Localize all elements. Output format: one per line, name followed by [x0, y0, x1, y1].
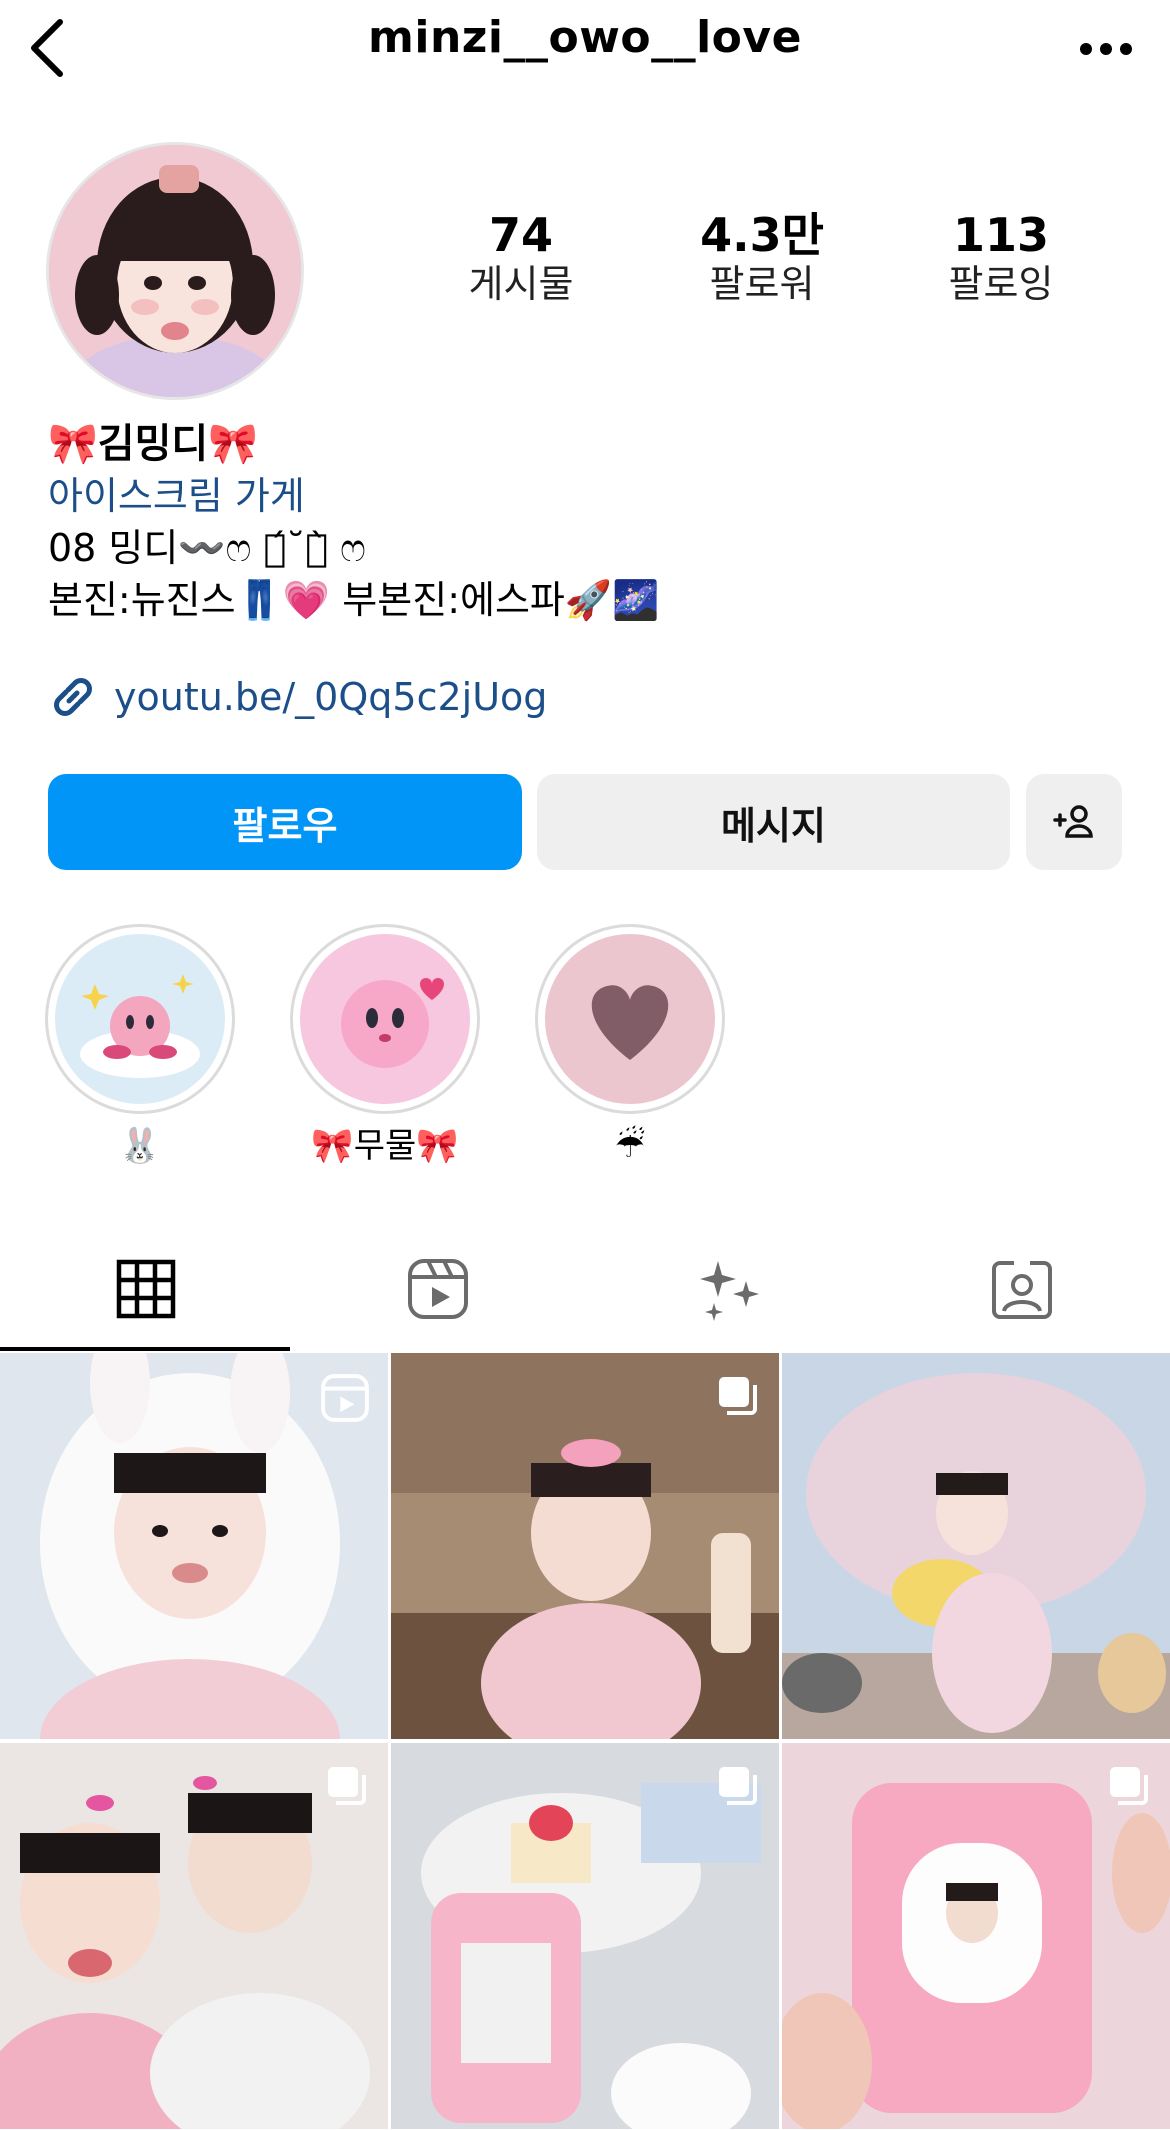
reel-badge	[320, 1373, 370, 1427]
highlight-item[interactable]: 🎀무물🎀	[287, 924, 483, 1166]
highlight-cover	[55, 934, 225, 1104]
profile-bio: 🎀김밍디🎀 아이스크림 가게 08 밍디〰️ෆ ต́˘ต̀ ෆ 본진:뉴진스👖💗…	[48, 418, 1128, 626]
bio-line-1: 08 밍디〰️ෆ ต́˘ต̀ ෆ	[48, 526, 366, 570]
add-user-icon	[1053, 805, 1093, 838]
link-icon	[54, 678, 92, 716]
stat-following-count: 113	[952, 208, 1050, 262]
stat-posts-label: 게시물	[468, 261, 574, 306]
highlight-label: ☔	[614, 1126, 646, 1166]
highlight-ring	[290, 924, 480, 1114]
highlight-label: 🐰	[118, 1126, 162, 1166]
tab-reels[interactable]	[292, 1226, 584, 1352]
grid-icon	[116, 1259, 176, 1319]
carousel-icon	[328, 1767, 366, 1805]
stat-following-label: 팔로잉	[948, 261, 1054, 306]
post-tile[interactable]	[391, 1353, 779, 1739]
stat-posts[interactable]: 74 게시물	[411, 210, 631, 308]
follow-button[interactable]: 팔로우	[48, 774, 522, 870]
tab-tagged[interactable]	[876, 1226, 1168, 1352]
post-tile[interactable]	[0, 1353, 388, 1739]
highlight-ring	[535, 924, 725, 1114]
post-tile[interactable]	[782, 1743, 1170, 2129]
stat-followers-label: 팔로워	[709, 261, 815, 306]
highlight-item[interactable]: ☔	[532, 924, 728, 1166]
bio-link[interactable]: youtu.be/_0Qq5c2jUog	[48, 672, 547, 722]
active-tab-indicator	[0, 1347, 290, 1351]
bio-link-text: youtu.be/_0Qq5c2jUog	[114, 675, 548, 719]
profile-username: minzi__owo__love	[368, 12, 802, 63]
carousel-badge	[1106, 1763, 1152, 1813]
stat-following[interactable]: 113 팔로잉	[891, 210, 1111, 308]
top-bar: minzi__owo__love	[0, 0, 1170, 100]
highlight-ring	[45, 924, 235, 1114]
avatar-photo	[49, 145, 301, 397]
highlight-item[interactable]: 🐰	[42, 924, 238, 1166]
bio-line-2: 본진:뉴진스👖💗 부본진:에스파🚀🌌	[48, 578, 660, 622]
more-options-button[interactable]	[1066, 14, 1146, 84]
display-name: 🎀김밍디🎀	[48, 421, 259, 467]
stat-posts-count: 74	[488, 208, 553, 262]
tab-posts[interactable]	[0, 1226, 292, 1352]
carousel-icon	[719, 1767, 757, 1805]
suggested-users-button[interactable]	[1026, 774, 1122, 870]
reels-icon	[321, 1374, 369, 1422]
carousel-icon	[1110, 1767, 1148, 1805]
carousel-icon	[719, 1377, 757, 1415]
category-label[interactable]: 아이스크림 가게	[48, 470, 1128, 522]
carousel-badge	[324, 1763, 370, 1813]
carousel-badge	[715, 1373, 761, 1423]
post-thumbnail	[782, 1353, 1170, 1739]
reels-icon	[408, 1259, 468, 1319]
sparkles-icon	[700, 1261, 759, 1321]
highlight-label: 🎀무물🎀	[311, 1126, 459, 1166]
more-dots-icon	[1080, 43, 1132, 55]
message-button[interactable]: 메시지	[537, 774, 1010, 870]
tab-sparkles[interactable]	[584, 1226, 876, 1352]
post-tile[interactable]	[0, 1743, 388, 2129]
stat-followers[interactable]: 4.3만 팔로워	[652, 210, 872, 308]
highlight-cover	[545, 934, 715, 1104]
profile-avatar[interactable]	[46, 142, 304, 400]
profile-page: minzi__owo__love 74 게시물 4.3만 팔로워 113 팔로잉…	[0, 0, 1170, 2130]
post-tile[interactable]	[782, 1353, 1170, 1739]
tagged-person-icon	[992, 1259, 1052, 1319]
stat-followers-count: 4.3만	[700, 208, 824, 262]
profile-tabs	[0, 1226, 1170, 1352]
highlight-cover	[300, 934, 470, 1104]
post-tile[interactable]	[391, 1743, 779, 2129]
carousel-badge	[715, 1763, 761, 1813]
